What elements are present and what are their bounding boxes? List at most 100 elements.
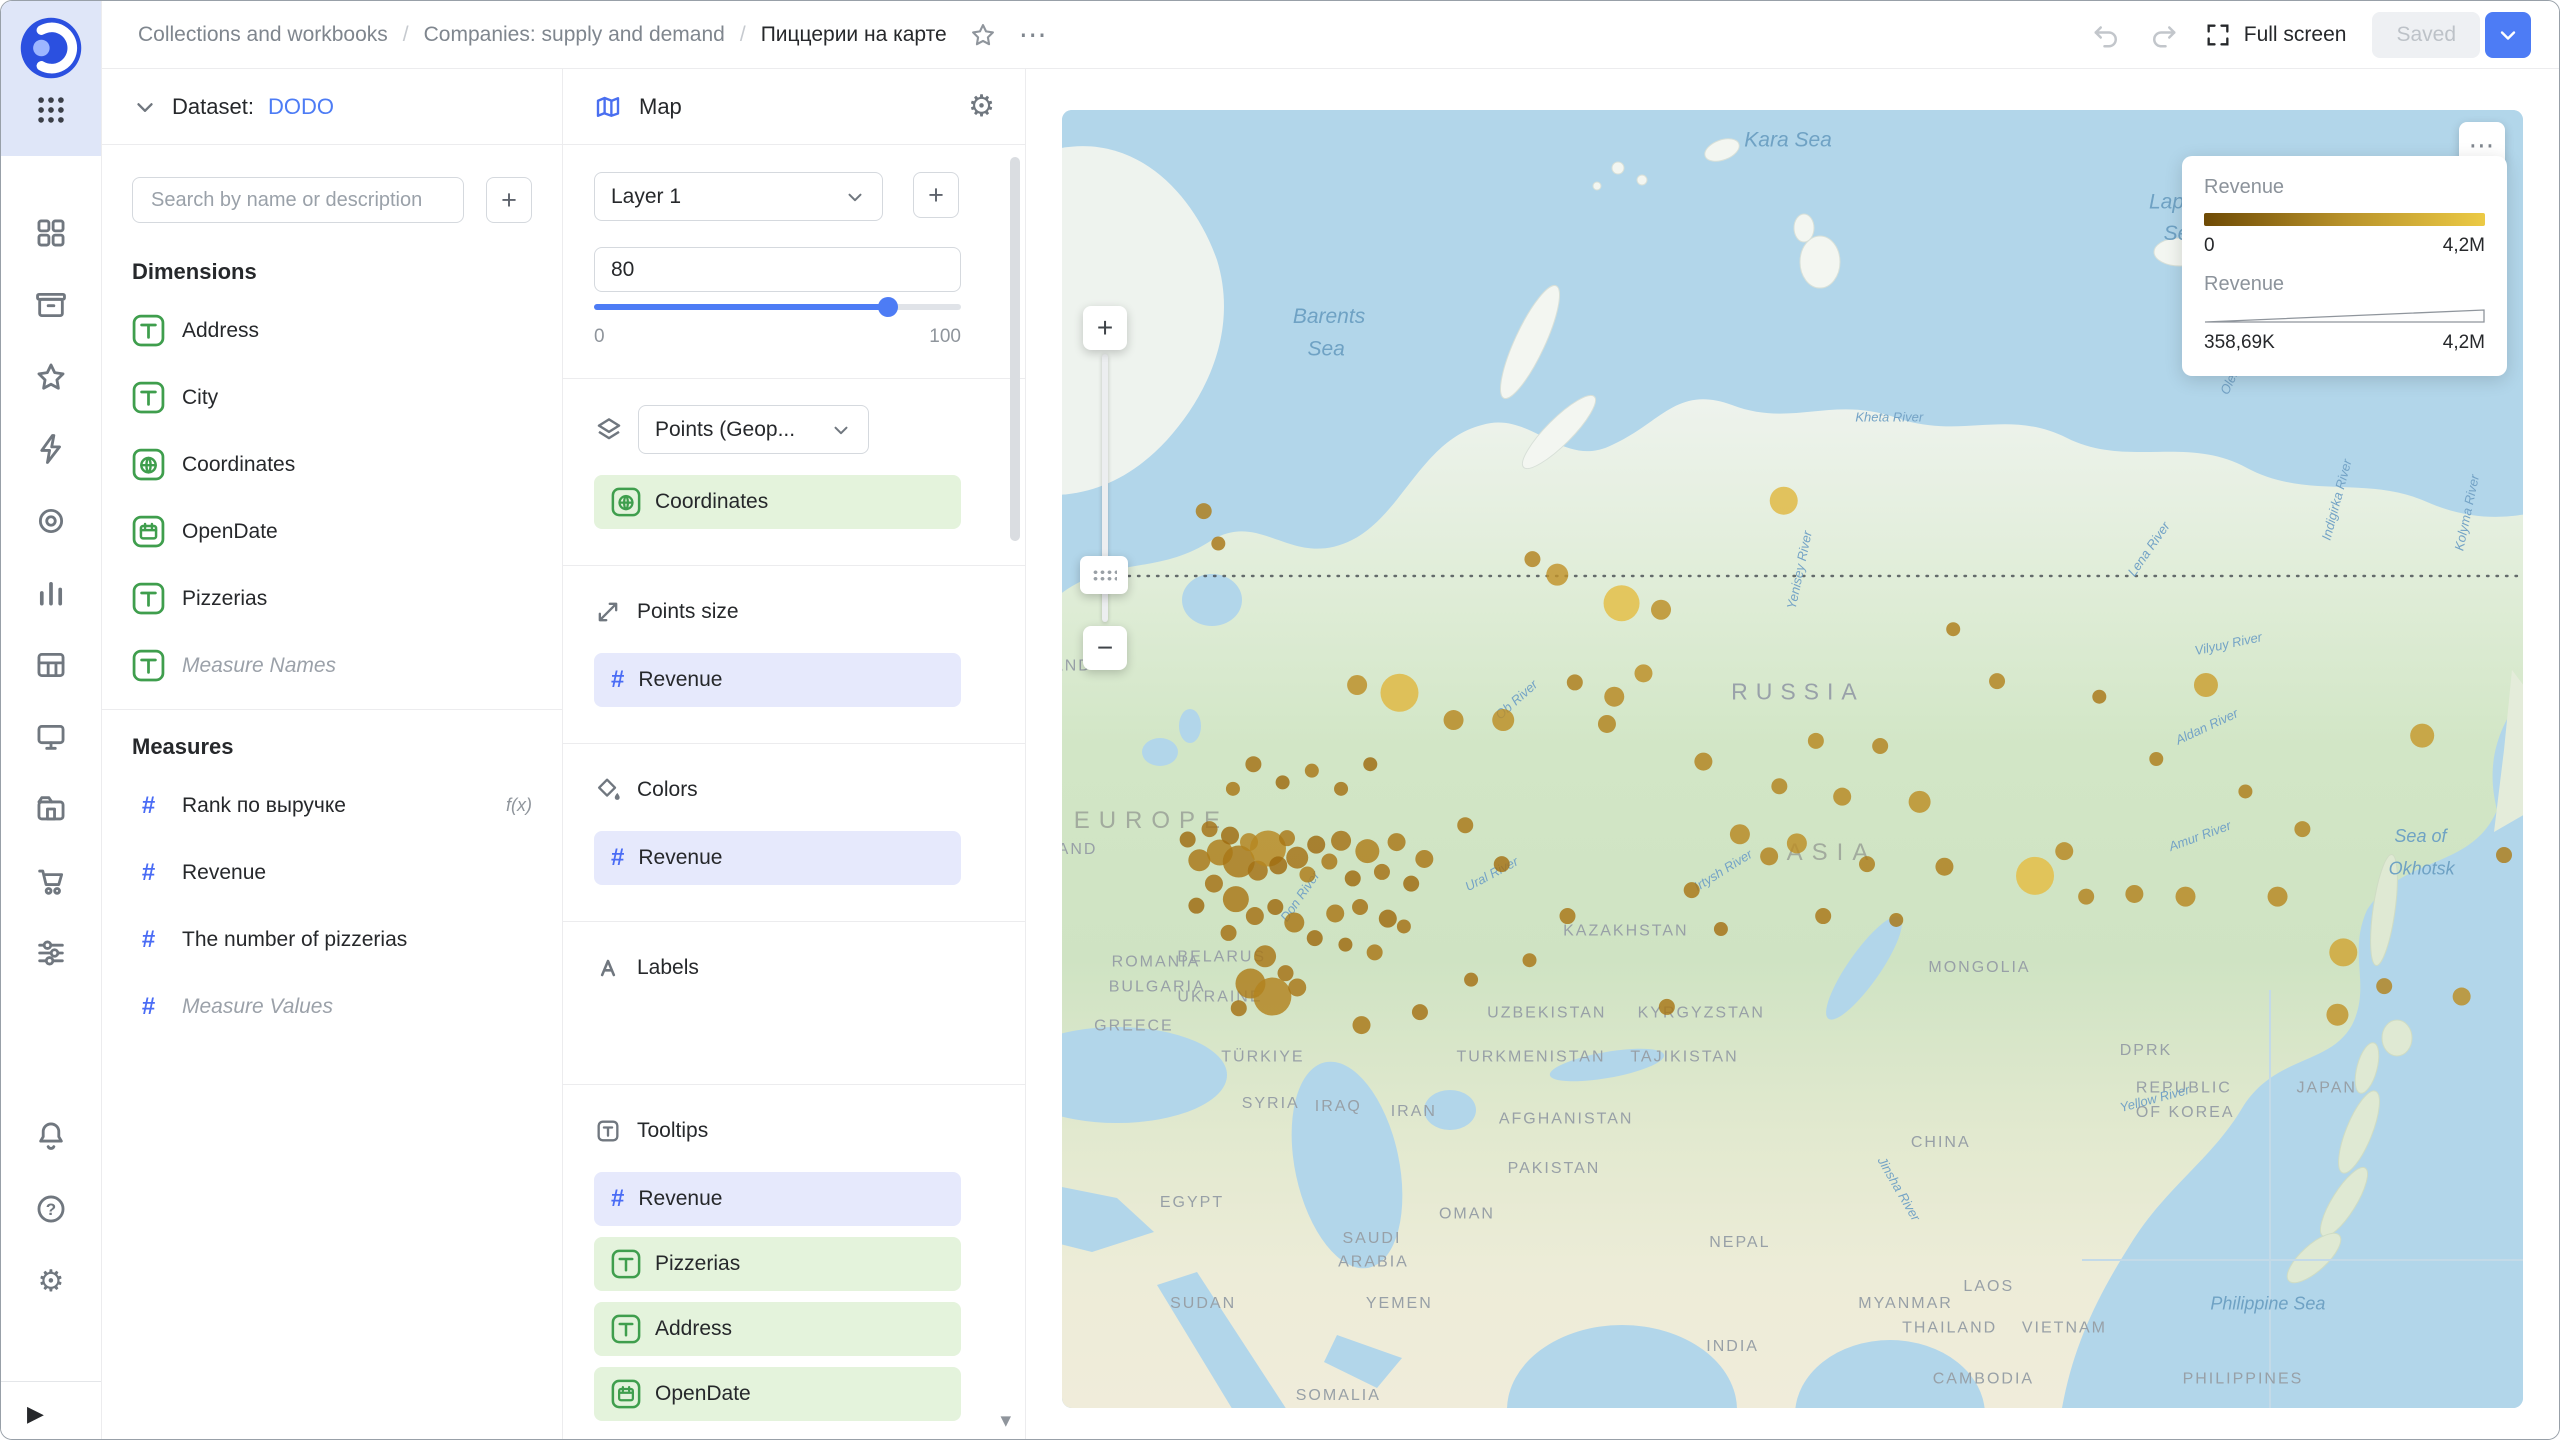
text-field-icon: [611, 1314, 641, 1344]
rail-settings-panel-button[interactable]: [34, 936, 68, 970]
field-row-revenue[interactable]: # Revenue: [132, 839, 532, 906]
legend-gradient-bar: [2204, 213, 2485, 226]
field-row-coordinates[interactable]: Coordinates: [132, 431, 532, 498]
map-canvas[interactable]: Kara SeaBarentsSeaLaptevSeaSea ofOkhotsk…: [1062, 110, 2523, 1408]
add-layer-button[interactable]: +: [913, 172, 959, 218]
svg-text:ARABIA: ARABIA: [1338, 1254, 1409, 1271]
field-row-opendate[interactable]: OpenDate: [132, 498, 532, 565]
field-row-city[interactable]: City: [132, 364, 532, 431]
expand-panel-button[interactable]: ▶: [27, 1401, 44, 1427]
save-dropdown-button[interactable]: [2485, 11, 2531, 58]
opacity-slider[interactable]: [594, 296, 961, 317]
legend-color-max: 4,2M: [2442, 235, 2485, 256]
svg-text:AFGHANISTAN: AFGHANISTAN: [1499, 1111, 1634, 1128]
field-row-pizzerias[interactable]: Pizzerias: [132, 565, 532, 632]
svg-text:TURKMENISTAN: TURKMENISTAN: [1456, 1048, 1605, 1065]
geopoints-section: Points (Geop... Coordinates: [563, 378, 1025, 565]
rail-storage-button[interactable]: [34, 792, 68, 826]
layer-select[interactable]: Layer 1: [594, 172, 883, 221]
field-chip-label: Revenue: [638, 1187, 723, 1210]
favorite-star-button[interactable]: [969, 21, 997, 49]
datalens-logo[interactable]: [18, 15, 84, 81]
scroll-down-caret[interactable]: ▾: [1000, 1408, 1011, 1433]
slider-max: 100: [929, 326, 961, 347]
more-actions-button[interactable]: ⋯: [1019, 18, 1049, 51]
legend-size-min: 358,69K: [2204, 332, 2275, 353]
field-row-number-of-pizzerias[interactable]: # The number of pizzerias: [132, 906, 532, 973]
opacity-input[interactable]: 80: [594, 247, 961, 292]
field-row-address[interactable]: Address: [132, 297, 532, 364]
svg-text:GREECE: GREECE: [1094, 1017, 1174, 1034]
measure-icon: #: [611, 844, 625, 871]
measures-title: Measures: [132, 734, 234, 759]
field-row-rank[interactable]: # Rank по выручке f(x): [132, 772, 532, 839]
map-area: Kara SeaBarentsSeaLaptevSeaSea ofOkhotsk…: [1026, 69, 2559, 1439]
save-split-button: Saved: [2372, 11, 2531, 58]
rail-tables-button[interactable]: [34, 648, 68, 682]
svg-text:?: ?: [46, 1200, 56, 1219]
labels-title: Labels: [637, 956, 699, 979]
rail-dashboards-button[interactable]: [34, 720, 68, 754]
svg-text:Sea: Sea: [1307, 337, 1344, 360]
rail-favorites-button[interactable]: [34, 360, 68, 394]
saved-button[interactable]: Saved: [2372, 11, 2480, 58]
field-chip-tooltip-opendate[interactable]: OpenDate: [594, 1367, 961, 1421]
dataset-body: + Dimensions Address City Coordinates: [102, 177, 562, 1040]
field-chip-tooltip-pizzerias[interactable]: Pizzerias: [594, 1237, 961, 1291]
rings-icon: [38, 508, 64, 534]
help-button[interactable]: ?: [34, 1192, 68, 1226]
add-field-button[interactable]: +: [486, 177, 532, 223]
zoom-in-button[interactable]: +: [1083, 306, 1127, 350]
paint-icon: [597, 778, 620, 800]
rail-divider: [1, 1381, 101, 1382]
chart-settings-button[interactable]: ⚙: [968, 91, 995, 122]
full-screen-button[interactable]: Full screen: [2204, 21, 2347, 49]
rail-marketplace-button[interactable]: [34, 864, 68, 898]
geotype-select[interactable]: Points (Geop...: [638, 405, 869, 454]
undo-button[interactable]: [2092, 20, 2122, 50]
map-icon: [596, 96, 620, 117]
field-chip-tooltip-address[interactable]: Address: [594, 1302, 961, 1356]
rail-services-button[interactable]: [34, 504, 68, 538]
dataset-name-link[interactable]: DODO: [268, 94, 334, 120]
measure-icon: #: [141, 992, 156, 1020]
notifications-button[interactable]: [34, 1119, 68, 1153]
points-size-title: Points size: [637, 600, 739, 623]
zoom-out-button[interactable]: −: [1083, 626, 1127, 670]
tooltips-title: Tooltips: [637, 1119, 709, 1142]
svg-text:IRAN: IRAN: [1391, 1103, 1437, 1120]
rail-collections-button[interactable]: [34, 216, 68, 250]
full-screen-label: Full screen: [2243, 22, 2347, 46]
rail-connections-button[interactable]: [34, 432, 68, 466]
redo-button[interactable]: [2148, 20, 2178, 50]
field-search-input[interactable]: [132, 177, 464, 223]
breadcrumb-current[interactable]: Пиццерии на карте: [761, 23, 947, 47]
measure-icon: #: [141, 791, 156, 819]
field-chip-colors-revenue[interactable]: # Revenue: [594, 831, 961, 885]
dataset-header[interactable]: Dataset: DODO: [102, 69, 562, 145]
field-label: Coordinates: [182, 452, 296, 476]
bar-chart-icon: [39, 581, 63, 606]
topbar-actions: Full screen Saved: [2092, 11, 2531, 58]
rail-archive-button[interactable]: [34, 288, 68, 322]
breadcrumb-collections[interactable]: Collections and workbooks: [138, 23, 388, 47]
settings-button[interactable]: ⚙: [34, 1265, 68, 1299]
breadcrumb-workbook[interactable]: Companies: supply and demand: [424, 23, 725, 47]
zoom-drag-handle[interactable]: [1080, 556, 1128, 594]
rail-charts-button[interactable]: [34, 576, 68, 610]
panel-divider: [102, 709, 562, 710]
apps-grid-button[interactable]: [34, 93, 68, 127]
field-chip-tooltip-revenue[interactable]: # Revenue: [594, 1172, 961, 1226]
slider-fill: [594, 304, 888, 310]
field-chip-points-size-revenue[interactable]: # Revenue: [594, 653, 961, 707]
sliders-icon: [38, 940, 64, 966]
svg-text:LAOS: LAOS: [1963, 1278, 2014, 1295]
field-row-measure-names[interactable]: Measure Names: [132, 632, 532, 699]
field-label: Measure Values: [182, 994, 333, 1018]
text-field-icon: [132, 314, 165, 347]
field-chip-coordinates[interactable]: Coordinates: [594, 475, 961, 529]
slider-thumb[interactable]: [877, 297, 898, 317]
svg-text:KYRGYZSTAN: KYRGYZSTAN: [1638, 1004, 1765, 1021]
panel-scrollbar[interactable]: [1010, 157, 1020, 541]
field-row-measure-values[interactable]: # Measure Values: [132, 973, 532, 1040]
